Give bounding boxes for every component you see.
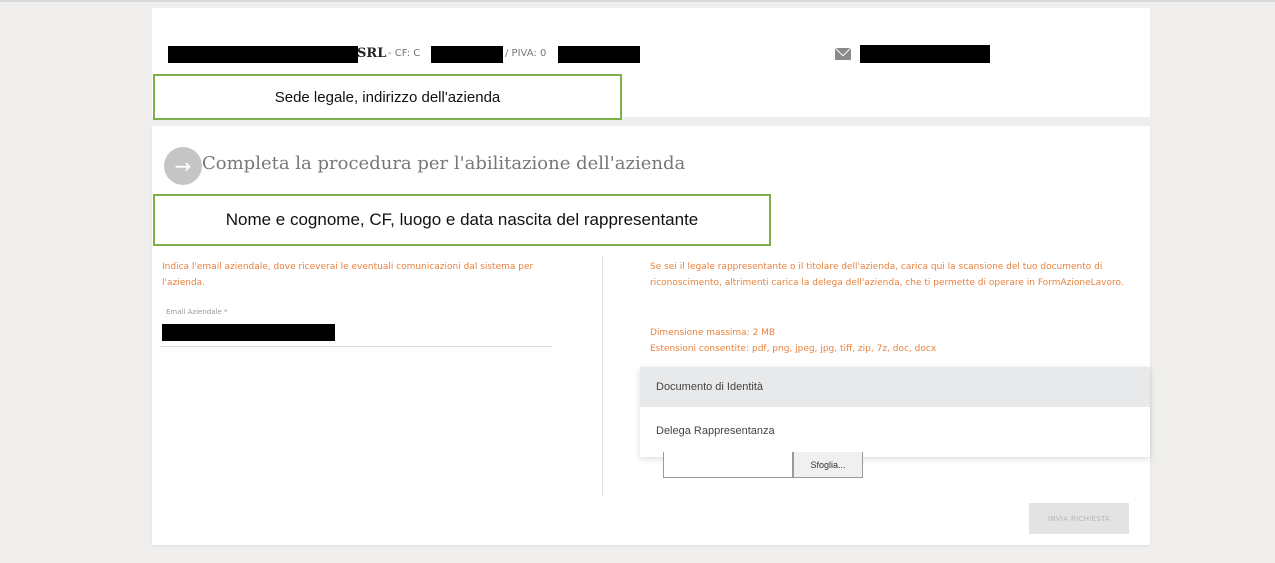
extensions-text: Estensioni consentite: pdf, png, jpeg, j… [650, 344, 937, 354]
column-divider [602, 256, 603, 496]
redacted-cf [431, 46, 503, 63]
option-documento-identita[interactable]: Documento di Identità [640, 367, 1150, 407]
option-delega-rappresentanza[interactable]: Delega Rappresentanza [640, 411, 1150, 451]
procedure-title: Completa la procedura per l'abilitazione… [202, 153, 686, 174]
upload-limits: Dimensione massima: 2 MB Estensioni cons… [650, 325, 1130, 357]
annotation-sede-legale: Sede legale, indirizzo dell'azienda [153, 74, 622, 120]
email-info-text: Indica l'email aziendale, dove riceverai… [162, 262, 534, 288]
email-field[interactable] [162, 324, 335, 341]
file-path-input[interactable] [663, 452, 793, 478]
company-cf-label: - CF: C [388, 48, 421, 59]
document-type-dropdown[interactable]: Documento di Identità Delega Rappresenta… [640, 367, 1150, 457]
submit-request-button[interactable]: INVIA RICHIESTA [1029, 503, 1129, 534]
max-size-text: Dimensione massima: 2 MB [650, 328, 776, 338]
annotation-rappresentante: Nome e cognome, CF, luogo e data nascita… [153, 194, 771, 246]
company-type: SRL [357, 46, 387, 61]
email-field-label: Email Aziendale * [166, 308, 228, 316]
email-field-underline [160, 346, 552, 347]
arrow-right-icon: → [164, 147, 202, 185]
company-piva-label: / PIVA: 0 [505, 48, 547, 59]
redacted-email [860, 45, 990, 63]
top-border [0, 0, 1275, 2]
upload-info-text: Se sei il legale rappresentante o il tit… [650, 262, 1124, 288]
browse-button[interactable]: Sfoglia... [793, 452, 863, 478]
redacted-piva [558, 46, 640, 63]
envelope-icon [835, 48, 851, 60]
redacted-company-name [168, 46, 358, 63]
